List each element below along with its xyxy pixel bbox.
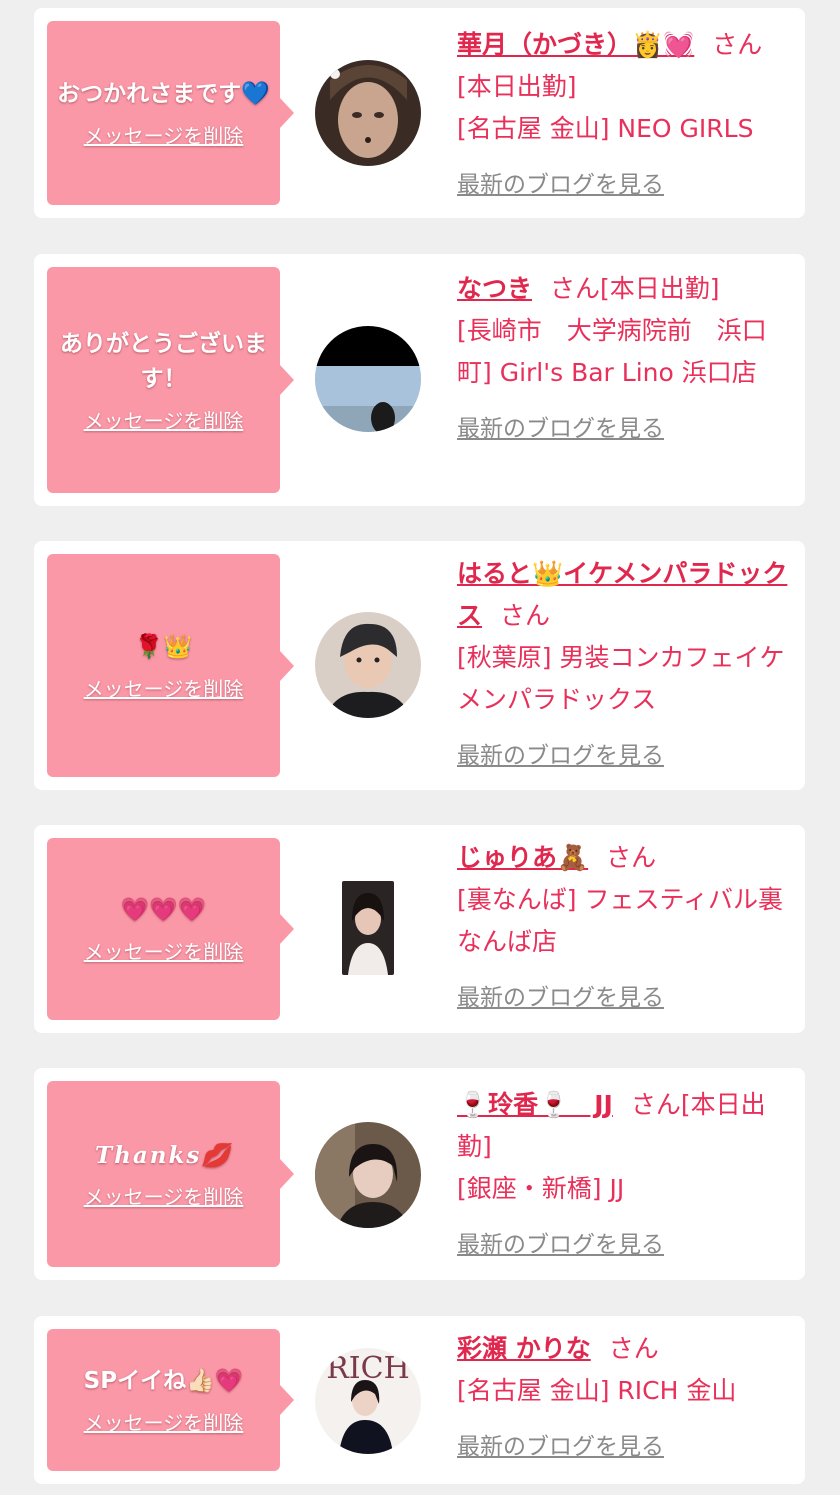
latest-blog-link[interactable]: 最新のブログを見る [457,164,792,206]
message-bubble: 🌹👑 メッセージを削除 [47,554,294,777]
message-text: Thanks💋 [95,1142,232,1169]
avatar[interactable] [315,612,421,718]
message-text: 🌹👑 [134,633,193,660]
avatar[interactable]: RICH [315,1348,421,1454]
message-card: ありがとうございます！ メッセージを削除 なつき さん[本日出勤] [長崎市 大学… [34,254,805,506]
message-card: SPイイね👍🏻💗 メッセージを削除 RICH 彩瀬 かりな さん [名古屋 金山]… [34,1316,805,1484]
delete-message-link[interactable]: メッセージを削除 [84,120,244,149]
message-bubble: 💗💗💗 メッセージを削除 [47,838,294,1020]
delete-message-link[interactable]: メッセージを削除 [84,673,244,702]
cast-name-link[interactable]: 彩瀬 かりな [457,1334,591,1363]
cast-info: じゅりあ🧸 さん [裏なんば] フェスティバル裏なんば店 最新のブログを見る [457,837,792,1019]
avatar[interactable] [315,326,421,432]
message-bubble: ありがとうございます！ メッセージを削除 [47,267,294,493]
delete-message-link[interactable]: メッセージを削除 [84,936,244,965]
shop-name: [裏なんば] フェスティバル裏なんば店 [457,885,783,956]
message-card: 💗💗💗 メッセージを削除 じゅりあ🧸 さん [裏なんば] フェスティバル裏なんば店… [34,825,805,1033]
latest-blog-link[interactable]: 最新のブログを見る [457,1426,792,1468]
avatar[interactable] [315,60,421,166]
message-text: 💗💗💗 [120,897,207,923]
cast-suffix: さん [608,1334,659,1363]
avatar-photo: RICH [315,1348,421,1454]
cast-suffix: さん[本日出勤] [550,274,720,303]
delete-message-link[interactable]: メッセージを削除 [84,1407,244,1436]
message-bubble: SPイイね👍🏻💗 メッセージを削除 [47,1329,294,1471]
latest-blog-link[interactable]: 最新のブログを見る [457,408,792,450]
cast-name-link[interactable]: 🍷玲香🍷 JJ [457,1090,613,1119]
delete-message-link[interactable]: メッセージを削除 [84,1181,244,1210]
latest-blog-link[interactable]: 最新のブログを見る [457,977,792,1019]
shop-name: [名古屋 金山] RICH 金山 [457,1376,737,1405]
cast-info: なつき さん[本日出勤] [長崎市 大学病院前 浜口町] Girl's Bar L… [457,268,792,450]
delete-message-link[interactable]: メッセージを削除 [84,405,244,434]
cast-info: 彩瀬 かりな さん [名古屋 金山] RICH 金山 最新のブログを見る [457,1328,792,1468]
latest-blog-link[interactable]: 最新のブログを見る [457,735,792,777]
avatar-photo [315,60,421,166]
message-text: ありがとうございます！ [60,330,267,392]
avatar-photo [315,326,421,432]
cast-name-link[interactable]: 華月（かづき）👸💓 [457,30,694,59]
cast-info: はると👑イケメンパラドックス さん [秋葉原] 男装コンカフェイケメンパラドックス… [457,553,792,777]
message-card: おつかれさまです💙 メッセージを削除 華月（かづき）👸💓 さん[本日出勤] [名古… [34,8,805,218]
cast-name-link[interactable]: なつき [457,274,532,303]
avatar[interactable] [342,881,394,975]
message-text: SPイイね👍🏻💗 [83,1368,244,1394]
avatar-photo [315,1122,421,1228]
message-bubble: おつかれさまです💙 メッセージを削除 [47,21,294,205]
message-card: 🌹👑 メッセージを削除 はると👑イケメンパラドックス さん [秋葉原] 男装コンカ… [34,541,805,790]
shop-name: [長崎市 大学病院前 浜口町] Girl's Bar Lino 浜口店 [457,316,767,387]
latest-blog-link[interactable]: 最新のブログを見る [457,1224,792,1266]
message-card: Thanks💋 メッセージを削除 🍷玲香🍷 JJ さん[本日出勤] [銀座・新橋]… [34,1068,805,1280]
message-text: おつかれさまです💙 [57,81,270,107]
cast-name-link[interactable]: じゅりあ🧸 [457,843,588,872]
shop-name: [秋葉原] 男装コンカフェイケメンパラドックス [457,643,785,714]
avatar-photo [315,612,421,718]
message-bubble: Thanks💋 メッセージを削除 [47,1081,294,1267]
avatar-photo [342,881,394,975]
cast-suffix: さん [500,601,551,630]
shop-name: [名古屋 金山] NEO GIRLS [457,114,754,143]
shop-name: [銀座・新橋] JJ [457,1174,625,1203]
cast-suffix: さん [606,843,657,872]
cast-info: 🍷玲香🍷 JJ さん[本日出勤] [銀座・新橋] JJ 最新のブログを見る [457,1084,792,1266]
cast-info: 華月（かづき）👸💓 さん[本日出勤] [名古屋 金山] NEO GIRLS 最新の… [457,24,792,206]
message-list: おつかれさまです💙 メッセージを削除 華月（かづき）👸💓 さん[本日出勤] [名古… [0,0,840,1495]
avatar[interactable] [315,1122,421,1228]
